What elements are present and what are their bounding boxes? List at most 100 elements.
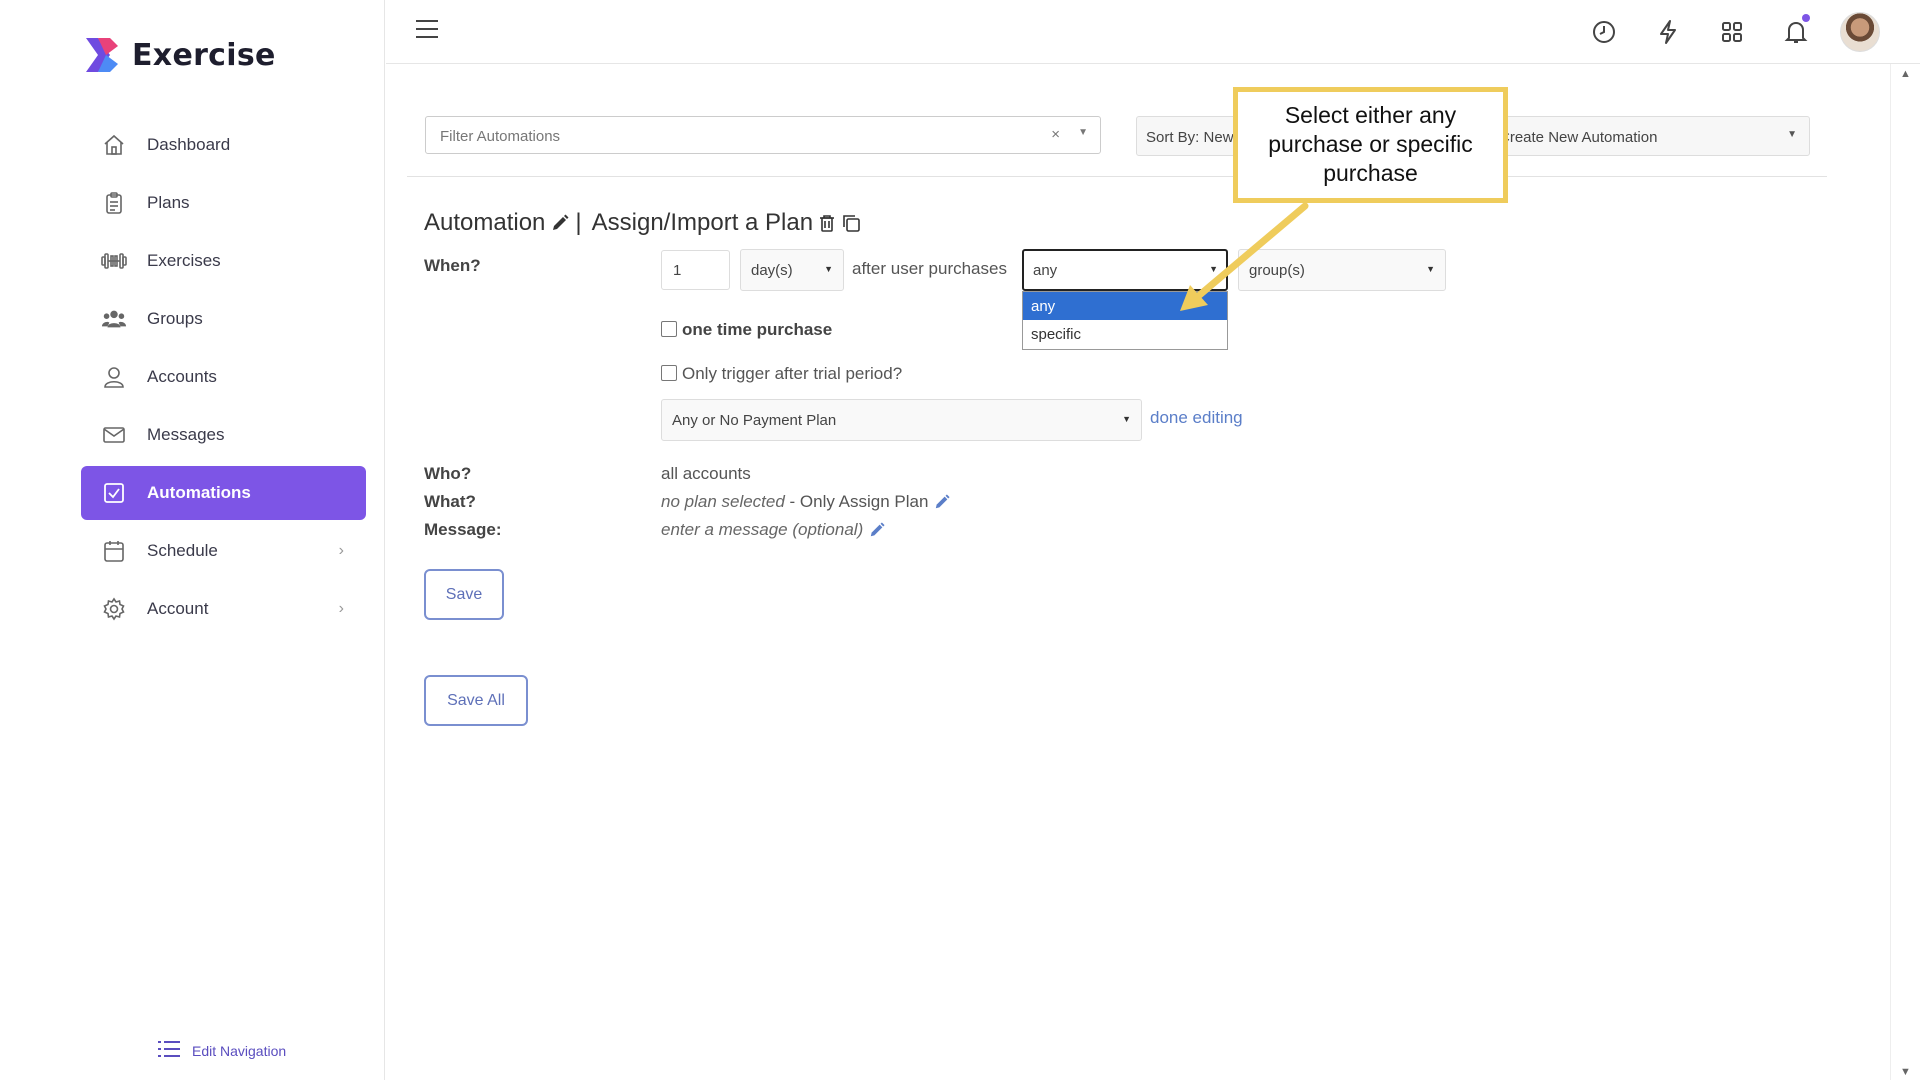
mail-icon	[101, 422, 127, 448]
group-select-value: group(s)	[1249, 262, 1305, 279]
trial-period-label: Only trigger after trial period?	[682, 364, 903, 383]
sidebar-item-account[interactable]: Account ›	[81, 582, 366, 636]
sidebar-item-groups[interactable]: Groups	[81, 292, 366, 346]
pencil-icon[interactable]	[551, 214, 569, 232]
sidebar-item-label: Account	[147, 599, 209, 618]
callout-annotation: Select either any purchase or specific p…	[1233, 87, 1508, 203]
chevron-right-icon: ›	[338, 542, 344, 559]
logo-mark-icon	[86, 38, 118, 72]
sidebar-item-accounts[interactable]: Accounts	[81, 350, 366, 404]
option-any[interactable]: any	[1023, 292, 1227, 320]
group-select[interactable]: group(s) ▼	[1238, 249, 1446, 291]
sidebar-item-label: Messages	[147, 425, 225, 444]
sidebar-item-exercises[interactable]: Exercises	[81, 234, 366, 288]
edit-navigation-label: Edit Navigation	[192, 1042, 287, 1059]
one-time-purchase-checkbox[interactable]	[661, 321, 677, 337]
sidebar-item-plans[interactable]: Plans	[81, 176, 366, 230]
sidebar-nav: Dashboard Plans Exercises Groups Account…	[81, 118, 366, 640]
what-suffix: - Only Assign Plan	[784, 492, 929, 511]
hamburger-menu-icon[interactable]	[416, 20, 438, 40]
sidebar-item-label: Automations	[147, 483, 251, 502]
copy-icon[interactable]	[841, 213, 861, 233]
edit-navigation-link[interactable]: Edit Navigation	[158, 1040, 286, 1061]
option-specific[interactable]: specific	[1023, 320, 1227, 348]
message-placeholder: enter a message (optional)	[661, 520, 864, 539]
who-value: all accounts	[661, 464, 751, 483]
filter-placeholder: Filter Automations	[440, 128, 561, 145]
sidebar-item-label: Exercises	[147, 251, 221, 270]
caret-down-icon: ▼	[824, 264, 833, 274]
sidebar-item-label: Plans	[147, 193, 190, 212]
create-new-automation-label: Create New Automation	[1499, 129, 1658, 146]
purchase-type-value: any	[1033, 262, 1058, 279]
edit-message-pencil-icon[interactable]	[869, 522, 885, 538]
notification-dot	[1802, 14, 1810, 22]
sidebar-item-label: Dashboard	[147, 135, 231, 154]
users-group-icon	[101, 306, 127, 332]
what-label: What?	[424, 492, 476, 511]
message-label: Message:	[424, 520, 502, 539]
title-separator: |	[575, 209, 582, 236]
message-value: enter a message (optional)	[661, 520, 885, 540]
divider	[407, 176, 1827, 177]
payment-plan-value: Any or No Payment Plan	[672, 412, 837, 429]
unit-select-value: day(s)	[751, 262, 793, 279]
caret-down-icon: ▼	[1426, 264, 1435, 274]
chevron-right-icon: ›	[338, 600, 344, 617]
clear-filter-icon[interactable]: ×	[1051, 126, 1060, 143]
grid-apps-icon[interactable]	[1712, 12, 1752, 52]
when-label: When?	[424, 256, 481, 275]
what-value: no plan selected - Only Assign Plan	[661, 492, 951, 512]
after-purchases-text: after user purchases	[852, 259, 1007, 278]
top-bar	[386, 0, 1920, 64]
purchase-type-select[interactable]: any ▼	[1022, 249, 1228, 291]
one-time-purchase-label: one time purchase	[682, 320, 833, 339]
caret-down-icon: ▼	[1209, 264, 1218, 274]
caret-down-icon: ▼	[1122, 414, 1131, 424]
trial-period-checkbox[interactable]	[661, 365, 677, 381]
sidebar-item-schedule[interactable]: Schedule ›	[81, 524, 366, 578]
automation-title-prefix: Automation	[424, 209, 546, 236]
when-number-input[interactable]: 1	[661, 250, 730, 290]
who-label: Who?	[424, 464, 472, 483]
callout-text: Select either any purchase or specific p…	[1268, 102, 1473, 186]
payment-plan-select[interactable]: Any or No Payment Plan ▼	[661, 399, 1142, 441]
what-plan-placeholder: no plan selected	[661, 492, 785, 511]
home-icon	[101, 132, 127, 158]
checkbox-checked-icon	[101, 480, 127, 506]
unit-select[interactable]: day(s) ▼	[740, 249, 844, 291]
sidebar-item-dashboard[interactable]: Dashboard	[81, 118, 366, 172]
calendar-icon	[101, 538, 127, 564]
trash-icon[interactable]	[819, 214, 835, 232]
sidebar: Exercise Dashboard Plans Exercises Group…	[0, 0, 385, 1080]
save-all-button[interactable]: Save All	[424, 675, 528, 726]
save-button[interactable]: Save	[424, 569, 504, 620]
done-editing-link[interactable]: done editing	[1150, 408, 1243, 428]
scrollbar[interactable]: ▲ ▼	[1872, 64, 1920, 1080]
caret-down-icon: ▼	[1787, 129, 1797, 140]
top-icons	[1560, 12, 1880, 52]
scrollbar-track	[1890, 64, 1891, 1080]
user-icon	[101, 364, 127, 390]
scroll-down-arrow-icon[interactable]: ▼	[1900, 1066, 1911, 1078]
automation-title: Automation | Assign/Import a Plan	[424, 209, 867, 237]
automation-name: Assign/Import a Plan	[591, 209, 814, 236]
list-icon	[158, 1040, 180, 1061]
scroll-up-arrow-icon[interactable]: ▲	[1900, 68, 1911, 80]
edit-what-pencil-icon[interactable]	[934, 494, 951, 510]
filter-automations-select[interactable]: Filter Automations × ▼	[425, 116, 1101, 154]
sidebar-item-label: Groups	[147, 309, 203, 328]
purchase-type-dropdown: any specific	[1022, 291, 1228, 350]
sidebar-item-automations[interactable]: Automations	[81, 466, 366, 520]
bell-icon[interactable]	[1776, 12, 1816, 52]
clipboard-icon	[101, 190, 127, 216]
app-logo[interactable]: Exercise	[84, 36, 276, 74]
gear-icon	[101, 596, 127, 622]
sidebar-item-label: Accounts	[147, 367, 217, 386]
clock-icon[interactable]	[1584, 12, 1624, 52]
sidebar-item-messages[interactable]: Messages	[81, 408, 366, 462]
lightning-icon[interactable]	[1648, 12, 1688, 52]
avatar[interactable]	[1840, 12, 1880, 52]
sidebar-item-label: Schedule	[147, 541, 218, 560]
dumbbell-icon	[101, 248, 127, 274]
